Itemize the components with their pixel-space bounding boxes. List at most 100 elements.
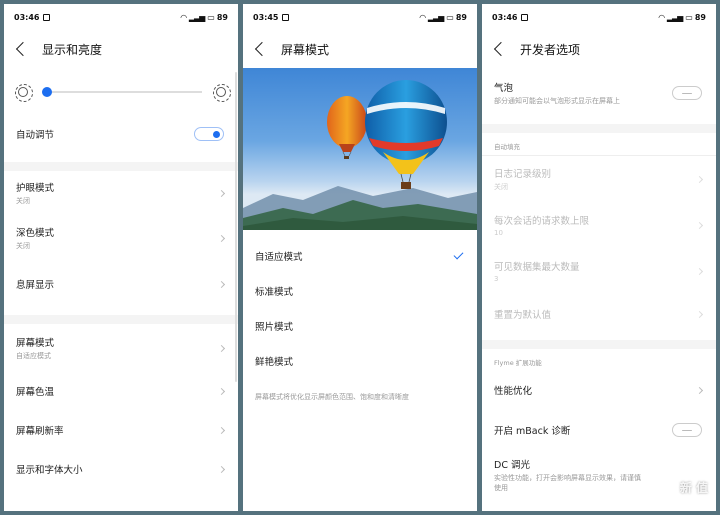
- scrollbar[interactable]: [235, 72, 237, 382]
- brightness-slider-thumb[interactable]: [42, 87, 52, 97]
- battery-icon: ▭: [685, 12, 693, 22]
- mback-toggle[interactable]: [672, 423, 702, 437]
- watermark-text: 新 值: [679, 480, 708, 495]
- item-label: 重置为默认值: [494, 310, 552, 321]
- list-item-eye-protection[interactable]: 护眼模式 关闭: [4, 171, 238, 215]
- item-sub: 关闭: [16, 242, 30, 250]
- item-sub: 关闭: [494, 183, 508, 191]
- status-bar: 03:45 ◠ ▂▃▅ ▭ 89: [243, 4, 477, 30]
- screen-mode-screen: 03:45 ◠ ▂▃▅ ▭ 89 屏幕模式 自适应模式 标准模式 照片模式 鲜艳…: [243, 4, 477, 511]
- back-arrow-icon[interactable]: [493, 41, 509, 57]
- battery-level: 89: [694, 12, 706, 22]
- mode-option-vivid[interactable]: 鲜艳模式: [243, 343, 477, 378]
- signal-icon: ▂▃▅: [427, 12, 445, 22]
- brightness-slider-row: [4, 68, 238, 116]
- chevron-right-icon: [695, 175, 704, 183]
- page-title: 屏幕模式: [281, 42, 330, 57]
- list-item-refresh-rate[interactable]: 屏幕刷新率: [4, 410, 238, 450]
- status-bar: 03:46 ◠ ▂▃▅ ▭ 89: [4, 4, 238, 30]
- battery-icon: ▭: [207, 12, 215, 22]
- status-time: 03:45: [253, 12, 279, 22]
- status-time: 03:46: [492, 12, 518, 22]
- chevron-right-icon: [217, 280, 226, 288]
- display-brightness-screen: 03:46 ◠ ▂▃▅ ▭ 89 显示和亮度 自动调节 护眼模式关闭 深色模式关…: [4, 4, 238, 511]
- page-title: 显示和亮度: [42, 42, 103, 57]
- brightness-high-icon: [213, 84, 231, 102]
- battery-level: 89: [455, 12, 467, 22]
- wifi-icon: ◠: [180, 12, 187, 22]
- back-arrow-icon[interactable]: [15, 41, 31, 57]
- item-label: 开启 mBack 诊断: [494, 426, 571, 437]
- mode-option-standard[interactable]: 标准模式: [243, 273, 477, 308]
- section-divider: [482, 124, 716, 133]
- list-item-performance[interactable]: 性能优化: [482, 371, 716, 409]
- list-item-log-level[interactable]: 日志记录级别 关闭: [482, 156, 716, 202]
- list-item-request-limit[interactable]: 每次会话的请求数上限 10: [482, 202, 716, 248]
- title-bar: 开发者选项: [482, 30, 716, 68]
- item-label: 护眼模式: [16, 183, 55, 194]
- title-bar: 屏幕模式: [243, 30, 477, 68]
- item-label: 屏幕模式: [16, 338, 55, 349]
- list-item-screen-mode[interactable]: 屏幕模式 自适应模式: [4, 324, 238, 372]
- chevron-right-icon: [217, 426, 226, 434]
- item-sub: 关闭: [16, 197, 30, 205]
- brightness-slider[interactable]: [42, 87, 202, 97]
- wifi-icon: ◠: [419, 12, 426, 22]
- bubble-toggle[interactable]: [672, 86, 702, 100]
- chevron-right-icon: [217, 234, 226, 242]
- battery-level: 89: [216, 12, 228, 22]
- section-header-flyme: Flyme 扩展功能: [494, 359, 542, 367]
- wifi-icon: ◠: [658, 12, 665, 22]
- bubble-label: 气泡: [494, 83, 514, 94]
- list-item-aod[interactable]: 息屏显示: [4, 261, 238, 307]
- chevron-right-icon: [217, 465, 226, 473]
- list-item-dataset-max[interactable]: 可见数据集最大数量 3: [482, 248, 716, 294]
- checkmark-icon: [453, 249, 464, 259]
- chevron-right-icon: [217, 387, 226, 395]
- notification-icon: [43, 13, 51, 21]
- section-divider: [4, 162, 238, 171]
- item-sub: 实验性功能，打开会影响屏幕显示效果，请谨慎使用: [494, 474, 641, 492]
- hot-air-balloon-preview-image: [243, 68, 477, 230]
- battery-icon: ▭: [446, 12, 454, 22]
- screen-mode-description: 屏幕模式将优化显示屏颜色范围、饱和度和清晰度: [255, 393, 409, 401]
- bubble-row[interactable]: 气泡 部分通知可能会以气泡形式显示在屏幕上: [482, 68, 716, 118]
- item-sub: 3: [494, 275, 499, 283]
- auto-adjust-toggle[interactable]: [194, 127, 224, 141]
- mode-option-adaptive[interactable]: 自适应模式: [243, 238, 477, 273]
- chevron-right-icon: [695, 386, 704, 394]
- section-header-autofill: 自动填充: [494, 143, 520, 151]
- signal-icon: ▂▃▅: [666, 12, 684, 22]
- item-label: 每次会话的请求数上限: [494, 216, 590, 227]
- list-item-dark-mode[interactable]: 深色模式 关闭: [4, 215, 238, 261]
- brightness-low-icon: [15, 84, 33, 102]
- mode-label: 照片模式: [255, 321, 294, 333]
- list-item-font-size[interactable]: 显示和字体大小: [4, 450, 238, 488]
- item-label: 屏幕刷新率: [16, 426, 64, 437]
- mode-option-photo[interactable]: 照片模式: [243, 308, 477, 343]
- balloon-landscape-illustration: [243, 80, 477, 230]
- item-label: 屏幕色温: [16, 387, 55, 398]
- chevron-right-icon: [695, 267, 704, 275]
- section-divider: [482, 340, 716, 349]
- status-bar: 03:46 ◠ ▂▃▅ ▭ 89: [482, 4, 716, 30]
- chevron-right-icon: [695, 310, 704, 318]
- item-label: DC 调光: [494, 460, 530, 471]
- item-sub: 10: [494, 229, 503, 237]
- chevron-right-icon: [217, 189, 226, 197]
- notification-icon: [282, 13, 290, 21]
- auto-adjust-row[interactable]: 自动调节: [4, 116, 238, 152]
- list-item-color-temp[interactable]: 屏幕色温: [4, 372, 238, 410]
- title-bar: 显示和亮度: [4, 30, 238, 68]
- back-arrow-icon[interactable]: [254, 41, 270, 57]
- item-label: 日志记录级别: [494, 169, 552, 180]
- chevron-right-icon: [695, 221, 704, 229]
- item-label: 性能优化: [494, 386, 533, 397]
- mback-row[interactable]: 开启 mBack 诊断: [482, 409, 716, 451]
- notification-icon: [521, 13, 529, 21]
- list-item-reset-defaults[interactable]: 重置为默认值: [482, 294, 716, 334]
- auto-adjust-label: 自动调节: [16, 130, 55, 141]
- signal-icon: ▂▃▅: [188, 12, 206, 22]
- status-time: 03:46: [14, 12, 40, 22]
- section-divider: [4, 315, 238, 324]
